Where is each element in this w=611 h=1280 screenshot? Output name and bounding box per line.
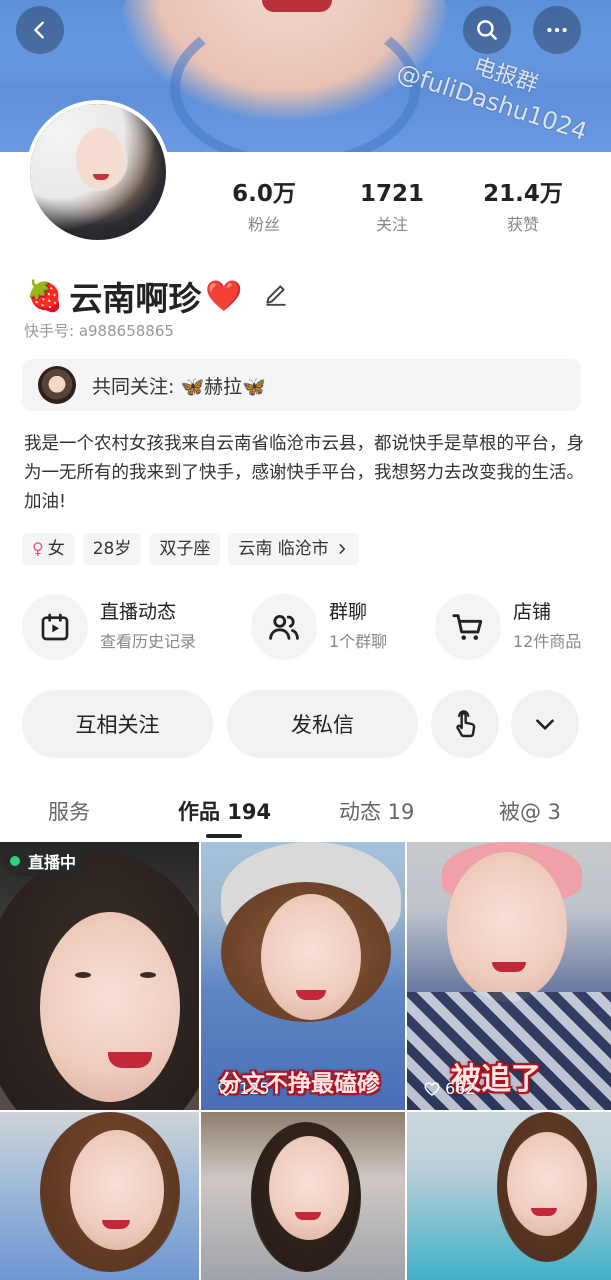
cover-lips — [262, 0, 332, 12]
kuaishou-id: 快手号: a988658865 — [24, 322, 174, 340]
stat-following-value: 1721 — [359, 181, 424, 207]
tab-services[interactable]: 服务 — [48, 796, 90, 826]
feature-group-title: 群聊 — [329, 601, 368, 623]
tap-hand-icon — [456, 710, 476, 738]
avatar[interactable] — [26, 100, 170, 244]
female-icon: ♀ — [32, 539, 44, 558]
mutual-follow-text: 共同关注: 🦋赫拉🦋 — [92, 375, 266, 398]
shopping-cart-icon — [452, 614, 483, 640]
chevron-right-icon — [339, 544, 345, 554]
search-icon — [477, 20, 497, 40]
stat-likes-label: 获赞 — [506, 215, 539, 234]
feature-shop[interactable]: 店铺 12件商品 — [435, 594, 581, 660]
feature-group-chat[interactable]: 群聊 1个群聊 — [251, 594, 387, 660]
like-count-value: 125 — [239, 1079, 270, 1098]
stat-fans-value: 6.0万 — [232, 181, 296, 207]
feature-live-subtitle: 查看历史记录 — [100, 632, 197, 651]
live-badge-label: 直播中 — [28, 853, 77, 872]
tab-moments[interactable]: 动态 19 — [339, 796, 414, 826]
chevron-left-icon — [34, 21, 44, 39]
stat-following-label: 关注 — [375, 215, 408, 234]
edit-name-button[interactable] — [263, 281, 289, 311]
pencil-icon — [266, 285, 286, 306]
stat-likes[interactable]: 21.4万 获赞 — [468, 179, 578, 235]
tag-age: 28岁 — [82, 533, 142, 565]
tag-gender-label: 女 — [47, 539, 65, 559]
feature-group-icon-wrap — [251, 594, 317, 660]
feature-shop-title: 店铺 — [513, 601, 552, 623]
tag-gender: ♀ 女 — [22, 533, 75, 565]
bio-text: 我是一个农村女孩我来自云南省临沧市云县，都说快手是草根的平台，身为一无所有的我来… — [24, 434, 584, 512]
mutual-follow-button[interactable]: 互相关注 — [22, 690, 213, 758]
feature-live-history[interactable]: 直播动态 查看历史记录 — [22, 594, 196, 660]
live-dot — [10, 856, 20, 866]
poke-button[interactable] — [431, 690, 499, 758]
tag-zodiac: 双子座 — [149, 533, 221, 565]
strawberry-emoji: 🍓 — [26, 278, 64, 314]
more-horizontal-icon — [547, 27, 567, 33]
group-icon — [269, 614, 299, 640]
search-button[interactable] — [463, 6, 511, 54]
video-thumbnail[interactable] — [407, 1112, 611, 1280]
profile-tags: ♀ 女 28岁 双子座 云南 临沧市 — [22, 533, 359, 565]
feature-shop-subtitle: 12件商品 — [513, 632, 582, 651]
video-thumbnail[interactable] — [201, 1112, 405, 1280]
active-tab-indicator — [206, 834, 242, 838]
feature-live-icon-wrap — [22, 594, 88, 660]
feature-group-subtitle: 1个群聊 — [329, 632, 388, 651]
stat-following[interactable]: 1721 关注 — [337, 179, 447, 235]
heart-outline-icon — [218, 1081, 234, 1096]
feature-row: 直播动态 查看历史记录 群聊 1个群聊 店铺 12件商品 — [22, 594, 602, 664]
name-row: 🍓 云南啊珍 ❤️ — [26, 272, 289, 320]
heart-emoji: ❤️ — [205, 278, 243, 314]
profile-name: 云南啊珍 — [69, 279, 202, 318]
like-count: 125 — [217, 1079, 270, 1098]
content-tabs: 服务 作品 194 动态 19 被@ 3 — [0, 780, 611, 840]
video-thumbnail[interactable]: 分文不挣最磕碜 125 — [201, 842, 405, 1110]
mutual-avatar — [38, 366, 76, 404]
tag-location-label: 云南 临沧市 — [238, 539, 329, 559]
video-thumbnail[interactable]: 直播中 — [0, 842, 199, 1110]
expand-more-button[interactable] — [511, 690, 579, 758]
feature-shop-icon-wrap — [435, 594, 501, 660]
stat-fans[interactable]: 6.0万 粉丝 — [209, 179, 319, 235]
tab-works[interactable]: 作品 194 — [178, 796, 271, 826]
chevron-down-icon — [536, 719, 554, 730]
video-thumbnail[interactable] — [0, 1112, 199, 1280]
more-button[interactable] — [533, 6, 581, 54]
live-badge: 直播中 — [2, 846, 87, 876]
tag-location[interactable]: 云南 临沧市 — [228, 533, 359, 565]
stat-fans-label: 粉丝 — [247, 215, 280, 234]
like-count-value: 662 — [445, 1079, 476, 1098]
send-message-button[interactable]: 发私信 — [227, 690, 418, 758]
back-button[interactable] — [16, 6, 64, 54]
feature-live-title: 直播动态 — [100, 601, 177, 623]
action-buttons: 互相关注 发私信 — [0, 690, 611, 762]
video-grid: 直播中 分文不挣最磕碜 125 被追了 662 — [0, 842, 611, 1280]
tab-mentions[interactable]: 被@ 3 — [499, 796, 561, 826]
video-thumbnail[interactable]: 被追了 662 — [407, 842, 611, 1110]
calendar-play-icon — [41, 613, 69, 641]
heart-outline-icon — [424, 1081, 440, 1096]
stat-likes-value: 21.4万 — [483, 181, 563, 207]
like-count: 662 — [423, 1079, 476, 1098]
mutual-follow-bar[interactable]: 共同关注: 🦋赫拉🦋 — [22, 359, 581, 411]
